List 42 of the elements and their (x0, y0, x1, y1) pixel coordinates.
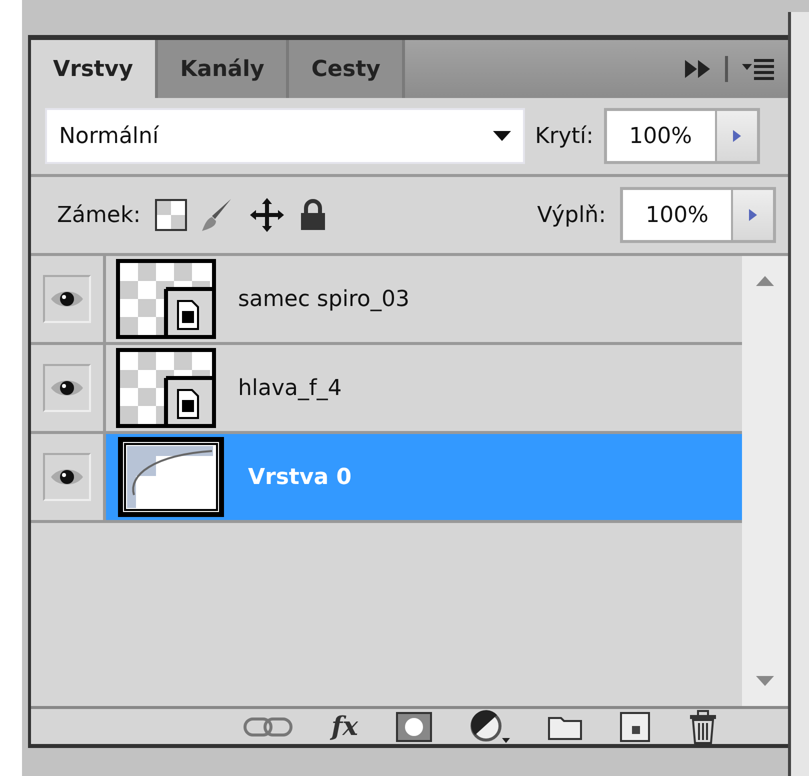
layer-row[interactable]: hlava_f_4 (106, 345, 742, 431)
scrollbar[interactable] (788, 12, 809, 776)
visibility-toggle[interactable] (42, 275, 91, 323)
layer-name: Vrstva 0 (248, 464, 352, 492)
lock-icon[interactable] (298, 199, 327, 231)
layer-row[interactable]: samec spiro_03 (106, 256, 742, 342)
adjustment-icon[interactable] (470, 710, 510, 744)
eye-icon (50, 378, 84, 398)
eye-icon (50, 467, 84, 487)
opacity-field[interactable]: 100% (604, 108, 760, 164)
scrollbar[interactable] (742, 256, 788, 706)
fill-field[interactable]: 100% (620, 187, 776, 243)
opacity-label: Krytí: (534, 122, 594, 150)
mask-icon[interactable] (396, 712, 432, 742)
panel-tab[interactable]: Cesty (289, 40, 406, 98)
fill-slider-button[interactable] (731, 190, 774, 240)
layer-name: samec spiro_03 (238, 286, 410, 314)
lock-transparency-icon[interactable] (154, 199, 187, 231)
trash-icon[interactable] (688, 710, 718, 744)
menu-icon[interactable] (742, 58, 776, 80)
link-icon[interactable] (243, 716, 294, 736)
opacity-slider-button[interactable] (714, 111, 757, 161)
visibility-toggle[interactable] (42, 364, 91, 412)
scroll-up-icon[interactable] (756, 276, 774, 286)
move-icon[interactable] (248, 197, 285, 233)
fill-label: Výplň: (537, 202, 606, 230)
eye-icon (50, 289, 84, 309)
arrow-icon (749, 209, 758, 221)
panel-tab[interactable]: Kanály (158, 40, 290, 98)
visibility-toggle[interactable] (42, 453, 91, 501)
scroll-down-icon[interactable] (756, 676, 774, 686)
new-layer-icon[interactable] (620, 712, 650, 742)
layer-name: hlava_f_4 (238, 374, 342, 402)
arrow-icon (732, 130, 741, 142)
layer-style-button[interactable]: fx (331, 714, 358, 740)
lock-label: Zámek: (56, 202, 141, 230)
panel-tab[interactable]: Vrstvy (30, 40, 158, 98)
blend-mode-dropdown[interactable]: Normální (44, 108, 525, 164)
collapse-icon[interactable] (685, 60, 712, 78)
caret-icon (492, 131, 511, 141)
layer-thumbnail[interactable] (116, 435, 226, 519)
divider-icon (725, 56, 728, 82)
